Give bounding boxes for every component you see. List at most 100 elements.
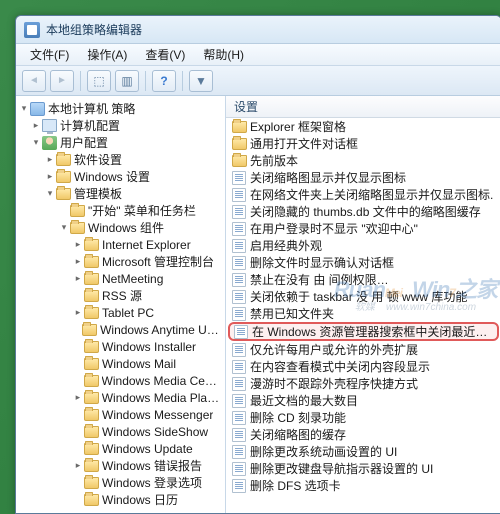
list-item[interactable]: 关闭缩略图的缓存 <box>226 426 500 443</box>
tree-item[interactable]: ▸Windows 错误报告 <box>16 457 225 474</box>
tree-item[interactable]: ▾管理模板 <box>16 185 225 202</box>
list-column-header[interactable]: 设置 <box>226 96 500 118</box>
list-item[interactable]: 漫游时不跟踪外壳程序快捷方式 <box>226 375 500 392</box>
list-item[interactable]: 在内容查看模式中关闭内容段显示 <box>226 358 500 375</box>
tree-item[interactable]: ▸Tablet PC <box>16 304 225 321</box>
expander-icon[interactable]: ▸ <box>72 239 84 250</box>
tree-item[interactable]: Windows Messenger <box>16 406 225 423</box>
menu-action[interactable]: 操作(A) <box>79 44 135 65</box>
policy-icon <box>232 188 246 202</box>
list-item-label: 最近文档的最大数目 <box>250 392 358 409</box>
folder-icon <box>70 205 85 217</box>
folder-icon <box>56 171 71 183</box>
comp-icon <box>42 119 57 132</box>
list-item[interactable]: 删除 CD 刻录功能 <box>226 409 500 426</box>
list-item[interactable]: 先前版本 <box>226 152 500 169</box>
list-item[interactable]: 在用户登录时不显示 "欢迎中心" <box>226 220 500 237</box>
list-item[interactable]: 删除 DFS 选项卡 <box>226 477 500 494</box>
tree-item[interactable]: RSS 源 <box>16 287 225 304</box>
tree-item[interactable]: ▸NetMeeting <box>16 270 225 287</box>
tree-item[interactable]: ▾Windows 组件 <box>16 219 225 236</box>
tree-item[interactable]: Windows 日历 <box>16 491 225 508</box>
expander-icon[interactable]: ▾ <box>44 188 56 199</box>
expander-icon[interactable]: ▸ <box>72 307 84 318</box>
list-item[interactable]: 禁用已知文件夹 <box>226 305 500 322</box>
tree-item[interactable]: ▸Microsoft 管理控制台 <box>16 253 225 270</box>
tree-item[interactable]: Windows Update <box>16 440 225 457</box>
expander-icon[interactable]: ▸ <box>72 256 84 267</box>
policy-icon <box>232 479 246 493</box>
toolbar: ◄ ► ⬚ ▥ ? ▼ <box>16 66 500 96</box>
list-item[interactable]: 关闭隐藏的 thumbs.db 文件中的缩略图缓存 <box>226 203 500 220</box>
list-item[interactable]: 通用打开文件对话框 <box>226 135 500 152</box>
tree-item-label: Windows Mail <box>102 357 176 371</box>
folder-icon <box>84 290 99 302</box>
expander-icon[interactable]: ▾ <box>18 103 30 114</box>
list-item[interactable]: 最近文档的最大数目 <box>226 392 500 409</box>
filter-button[interactable]: ▼ <box>189 70 213 92</box>
tree-item[interactable]: ▾本地计算机 策略 <box>16 100 225 117</box>
menu-help[interactable]: 帮助(H) <box>195 44 252 65</box>
list-item-label: 删除更改键盘导航指示器设置的 UI <box>250 460 433 477</box>
menu-view[interactable]: 查看(V) <box>137 44 193 65</box>
expander-icon[interactable]: ▸ <box>72 392 84 403</box>
tree-item[interactable]: ▸ Windows 设置 <box>16 168 225 185</box>
help-button[interactable]: ? <box>152 70 176 92</box>
list-item[interactable]: 删除文件时显示确认对话框 <box>226 254 500 271</box>
folder-icon <box>84 358 99 370</box>
list-pane: 设置 RuanMei Win7之家 软媒 www.win7china.com E… <box>226 96 500 513</box>
expander-icon[interactable]: ▸ <box>30 120 42 131</box>
folder-icon <box>84 307 99 319</box>
policy-icon <box>232 256 246 270</box>
expander-icon[interactable]: ▸ <box>72 273 84 284</box>
tree-item[interactable]: ▸Windows Media Player <box>16 389 225 406</box>
tree-item[interactable]: Windows SideShow <box>16 423 225 440</box>
tree-item[interactable]: ▸ 软件设置 <box>16 151 225 168</box>
menu-file[interactable]: 文件(F) <box>22 44 77 65</box>
tree-item[interactable]: "开始" 菜单和任务栏 <box>16 202 225 219</box>
up-button[interactable]: ⬚ <box>87 70 111 92</box>
expander-icon[interactable]: ▾ <box>30 137 42 148</box>
tree-item[interactable]: ▾用户配置 <box>16 134 225 151</box>
tree-item[interactable]: Windows 登录选项 <box>16 474 225 491</box>
tree-item-label: Windows Update <box>102 442 193 456</box>
tree-item-label: Windows 设置 <box>74 168 150 185</box>
window-title: 本地组策略编辑器 <box>46 21 142 38</box>
list-item-label: Explorer 框架窗格 <box>250 118 346 135</box>
menubar: 文件(F) 操作(A) 查看(V) 帮助(H) <box>16 44 500 66</box>
expander-icon[interactable]: ▸ <box>72 460 84 471</box>
tree-pane[interactable]: ▾本地计算机 策略▸计算机配置▾用户配置 ▸ 软件设置 ▸ Windows 设置▾管理模… <box>16 96 226 513</box>
tree-item-label: 软件设置 <box>74 151 122 168</box>
tree-item-label: Windows 登录选项 <box>102 474 202 491</box>
tree-item[interactable]: ▸Internet Explorer <box>16 236 225 253</box>
tree-item[interactable]: Windows Installer <box>16 338 225 355</box>
list-item[interactable]: 关闭依赖于 taskbar 没 用 顿 www 库功能 <box>226 288 500 305</box>
tree-item[interactable]: Windows Anytime Upgrade <box>16 321 225 338</box>
list-item-label: 漫游时不跟踪外壳程序快捷方式 <box>250 375 418 392</box>
expander-icon[interactable]: ▾ <box>58 222 70 233</box>
list-item[interactable]: 在网络文件夹上关闭缩略图显示并仅显示图标. <box>226 186 500 203</box>
list-item[interactable]: 禁止在没有 由 间例权限… <box>226 271 500 288</box>
tree-item-label: Windows Messenger <box>102 408 213 422</box>
policy-icon <box>232 222 246 236</box>
list-item[interactable]: 仅允许每用户或允许的外壳扩展 <box>226 341 500 358</box>
list-item-label: 在网络文件夹上关闭缩略图显示并仅显示图标. <box>250 186 493 203</box>
tree-item[interactable]: Windows Mail <box>16 355 225 372</box>
expander-icon[interactable]: ▸ <box>44 171 56 182</box>
nav-back-button[interactable]: ◄ <box>22 70 46 92</box>
user-icon <box>42 136 57 150</box>
titlebar[interactable]: 本地组策略编辑器 <box>16 16 500 44</box>
tree-item[interactable]: Windows Media Center <box>16 372 225 389</box>
list-item[interactable]: 在 Windows 资源管理器搜索框中关闭最近搜索条目的显示 <box>228 322 499 341</box>
show-hide-button[interactable]: ▥ <box>115 70 139 92</box>
nav-forward-button[interactable]: ► <box>50 70 74 92</box>
list-item-label: 关闭依赖于 taskbar 没 用 顿 www 库功能 <box>250 288 467 305</box>
list-item[interactable]: Explorer 框架窗格 <box>226 118 500 135</box>
expander-icon[interactable]: ▸ <box>44 154 56 165</box>
tree-item[interactable]: ▸计算机配置 <box>16 117 225 134</box>
list-item[interactable]: 删除更改键盘导航指示器设置的 UI <box>226 460 500 477</box>
list-item[interactable]: 启用经典外观 <box>226 237 500 254</box>
list-item[interactable]: 关闭缩略图显示并仅显示图标 <box>226 169 500 186</box>
list-item[interactable]: 删除更改系统动画设置的 UI <box>226 443 500 460</box>
list-body[interactable]: RuanMei Win7之家 软媒 www.win7china.com Expl… <box>226 118 500 513</box>
